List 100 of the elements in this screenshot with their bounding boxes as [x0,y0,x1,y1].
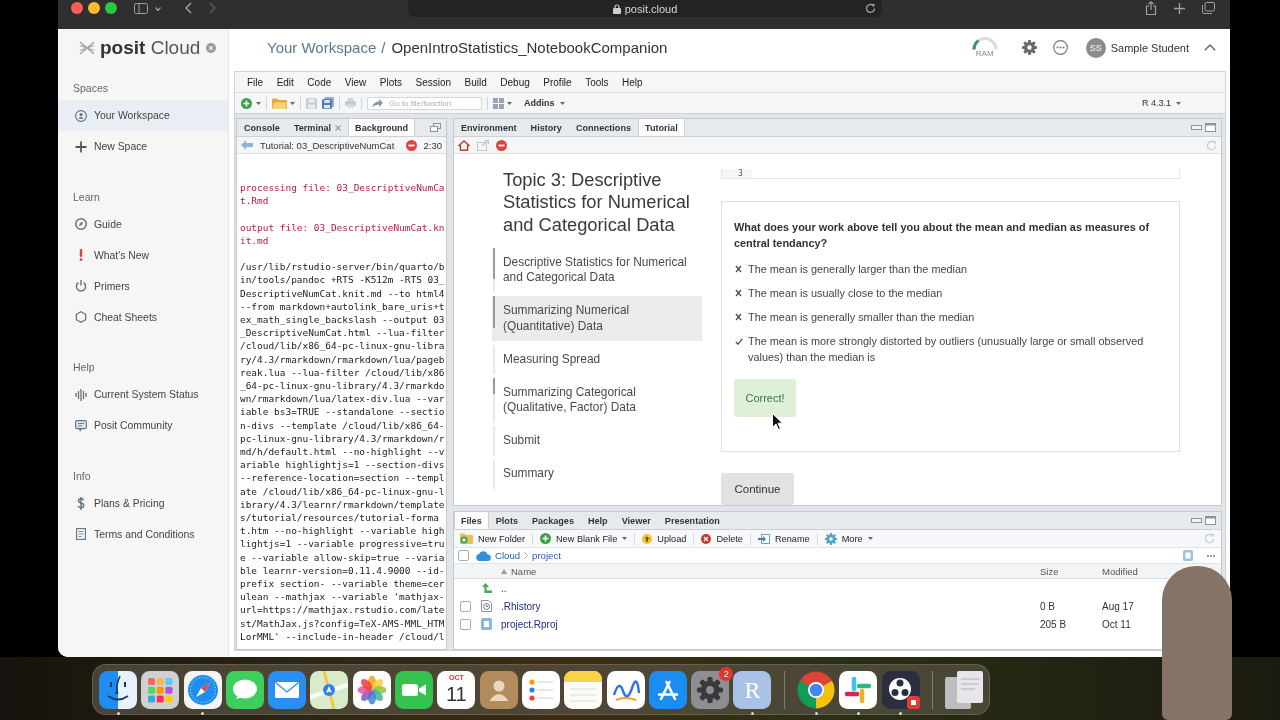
map-app-icon[interactable] [310,671,349,709]
checklist-app-icon[interactable] [521,671,560,709]
share-icon[interactable] [1145,1,1157,15]
caret-icon[interactable] [290,101,295,105]
tabs-overview-icon[interactable] [1202,2,1215,14]
workspace-link[interactable]: Your Workspace [267,39,377,56]
sidebar-toggle-icon[interactable] [134,3,148,14]
topic-link[interactable]: Summary [492,459,702,489]
reload-icon[interactable] [865,3,876,14]
minimize-pane-icon[interactable] [1191,518,1202,523]
settings-icon[interactable] [1021,40,1037,55]
menu-item[interactable]: Session [415,76,452,88]
chevron-down-icon[interactable] [155,7,161,11]
sidebar-item[interactable]: Cheat Sheets [58,301,228,333]
menu-item[interactable]: Code [307,76,332,88]
video-camera-app-icon[interactable] [395,671,434,709]
person-app-icon[interactable] [479,671,518,709]
menu-item[interactable]: View [344,76,367,88]
close-window-icon[interactable] [71,2,83,14]
topic-link[interactable]: Descriptive Statistics for Numerical and Categorical Data [492,247,702,293]
sidebar-item[interactable]: Guide [58,208,228,240]
toolbar-button[interactable]: Upload [639,531,690,546]
pane-tab[interactable]: Plots [488,512,525,529]
topic-link[interactable]: Measuring Spread [492,344,702,375]
close-icon[interactable] [206,42,216,53]
stop-icon[interactable] [496,139,507,151]
pane-tab[interactable]: Files [454,512,489,529]
stop-icon[interactable] [405,139,417,151]
more-icon[interactable] [1207,554,1215,557]
toolbar-button[interactable]: Rename [754,531,813,546]
pane-tab[interactable]: Connections [568,119,638,136]
file-link[interactable]: project.Rproj [501,618,558,630]
toolbar-button[interactable]: Delete [698,531,746,546]
toolbar-button[interactable]: More [821,531,876,546]
maximize-window-icon[interactable] [105,2,117,14]
toolbar-button[interactable]: New Blank File [537,531,631,546]
sidebar-item[interactable]: Primers [58,270,228,302]
caret-icon[interactable] [507,101,512,105]
file-link[interactable]: .Rhistory [501,600,541,612]
r-version-menu[interactable]: R 4.3.1 [1137,98,1185,108]
checkbox[interactable] [458,550,469,561]
pane-tab[interactable]: Tutorial [638,119,685,136]
checkbox[interactable] [459,600,471,612]
minimize-pane-icon[interactable] [1191,125,1202,130]
path-link[interactable]: Cloud [495,550,521,561]
continue-button[interactable]: Continue [721,472,794,505]
file-link[interactable]: .. [501,582,507,594]
menu-item[interactable]: Build [464,76,487,88]
chevron-up-icon[interactable] [1204,44,1216,51]
column-header[interactable]: Modified [1102,564,1138,578]
toolbar-button[interactable]: New Folder [457,531,528,546]
notepad-app-icon[interactable] [564,671,603,709]
maximize-pane-icon[interactable] [1205,123,1216,132]
more-icon[interactable] [1052,40,1068,55]
hash-app-icon[interactable] [839,671,878,709]
sidebar-item[interactable]: Posit Community [58,410,228,441]
envelope-app-icon[interactable] [268,671,307,709]
maximize-pane-icon[interactable] [1205,516,1216,525]
pane-tab[interactable]: Packages [524,512,581,529]
flower-app-icon[interactable] [352,671,391,709]
addins-menu[interactable]: Addins [520,98,569,108]
pane-tab[interactable]: Terminal [286,119,349,136]
menu-item[interactable]: Profile [543,76,572,88]
column-header[interactable]: Name [501,564,537,578]
sidebar-item[interactable]: New Space [58,131,228,162]
menu-item[interactable]: File [247,76,264,88]
menu-item[interactable]: Debug [500,76,530,88]
menu-item[interactable]: Help [622,76,643,88]
compass-app-icon[interactable] [183,671,222,709]
pane-tab[interactable]: Console [237,119,287,136]
color-ball-app-icon[interactable] [797,671,836,709]
speech-bubble-app-icon[interactable] [225,671,264,709]
caret-icon[interactable] [256,101,261,105]
address-bar[interactable]: posit.cloud [408,0,882,17]
sidebar-item[interactable]: Plans & Pricing [58,487,228,519]
menu-item[interactable]: Plots [379,76,402,88]
pane-tab[interactable]: Background [348,119,416,136]
pane-tab[interactable]: Environment [454,119,524,136]
minimize-window-icon[interactable] [88,2,100,14]
topic-link[interactable]: Summarizing Numerical (Quantitative) Data [492,296,702,342]
grid-app-icon[interactable] [141,671,180,709]
face-app-icon[interactable] [99,671,137,709]
pane-tab[interactable]: Presentation [657,512,727,529]
sidebar-item[interactable]: What's New [58,239,228,271]
go-to-file-field[interactable]: Go to file/function [367,96,482,110]
disc-app-icon[interactable] [881,671,920,709]
topic-link[interactable]: Submit [492,426,702,456]
sidebar-item[interactable]: Current System Status [58,379,228,410]
home-icon[interactable] [458,139,470,151]
topic-link[interactable]: Summarizing Categorical (Qualitative, Factor) Data [492,377,702,423]
column-header[interactable]: Size [1040,564,1059,578]
crossed-lines-app-icon[interactable] [648,671,687,709]
pane-tab[interactable]: Viewer [614,512,658,529]
pane-tab[interactable]: History [523,119,569,136]
documents-icon[interactable] [945,671,984,709]
gear-app-icon[interactable] [691,671,730,709]
back-icon[interactable] [185,2,192,14]
menu-item[interactable]: Edit [276,76,294,88]
sidebar-item[interactable]: Terms and Conditions [58,518,228,550]
scribble-app-icon[interactable] [606,671,645,709]
